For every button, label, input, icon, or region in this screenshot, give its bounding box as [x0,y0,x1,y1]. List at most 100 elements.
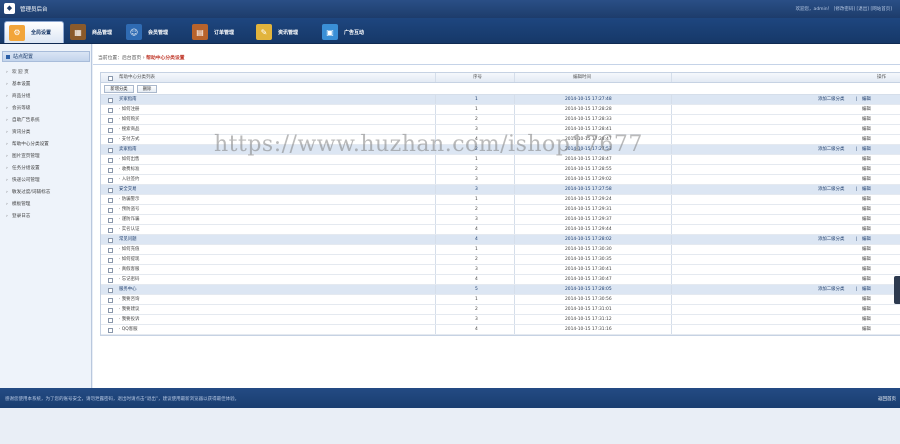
edit-link[interactable]: 编辑 [862,265,871,275]
select-all-checkbox[interactable] [108,76,113,81]
nav-item-6[interactable]: ▣ 广告互动 [322,21,364,43]
edit-link[interactable]: 编辑 [862,295,871,305]
column-divider [671,135,672,144]
row-name: 安全交易 [119,187,137,192]
column-divider [514,235,515,244]
sidebar-item[interactable]: 资讯分类 [6,128,31,138]
row-checkbox[interactable] [108,318,113,323]
edit-link[interactable]: 编辑 [862,185,871,195]
sidebar-item[interactable]: 基本设置 [6,80,31,90]
row-checkbox[interactable] [108,278,113,283]
edit-link[interactable]: 编辑 [862,145,871,155]
add-child-link[interactable]: 添加二级分类 [818,235,844,245]
main-nav: ⚙ 全局设置 ▦ 商品管理 ☺ 会员管理 ▤ 订单管理 ✎ 资讯管理 ▣ 广告互动 [0,18,900,44]
watermark-text: https://www.huzhan.com/ishop17677 [214,132,643,157]
side-tab-handle[interactable] [894,276,900,304]
column-divider [671,305,672,314]
row-checkbox[interactable] [108,188,113,193]
sidebar-item[interactable]: 帮助中心分类设置 [6,140,49,150]
sidebar-header[interactable]: 站点配置 [2,51,90,62]
sidebar-item[interactable]: 会员等级 [6,104,31,114]
nav-item-2[interactable]: ▦ 商品管理 [70,21,112,43]
row-checkbox[interactable] [108,118,113,123]
header-order: 序号 [473,75,482,80]
row-checkbox[interactable] [108,218,113,223]
header-time: 编辑时间 [573,75,591,80]
edit-link[interactable]: 编辑 [862,255,871,265]
edit-link[interactable]: 编辑 [862,225,871,235]
row-checkbox[interactable] [108,248,113,253]
column-divider [671,225,672,234]
nav-item-1[interactable]: ⚙ 全局设置 [4,21,64,43]
row-time: 2014-10-15 17:29:24 [565,197,612,202]
row-checkbox[interactable] [108,138,113,143]
sidebar-item[interactable]: 任务分组设置 [6,164,39,174]
edit-link[interactable]: 编辑 [862,165,871,175]
edit-link[interactable]: 编辑 [862,215,871,225]
sidebar-item[interactable]: 商品分组 [6,92,31,102]
footer: 感谢您使用本系统，为了您的账号安全，请勿泄露密码，退出时请点击“退出”，建议使用… [0,388,900,408]
edit-link[interactable]: 编辑 [862,195,871,205]
column-divider [514,305,515,314]
add-child-link[interactable]: 添加二级分类 [818,285,844,295]
column-divider [435,265,436,274]
add-category-button[interactable]: 新增分类 [104,85,134,93]
edit-link[interactable]: 编辑 [862,245,871,255]
row-checkbox[interactable] [108,308,113,313]
row-checkbox[interactable] [108,98,113,103]
delete-button[interactable]: 删除 [137,85,157,93]
row-checkbox[interactable] [108,108,113,113]
nav-item-3[interactable]: ☺ 会员管理 [126,21,168,43]
column-divider [671,325,672,334]
row-checkbox[interactable] [108,288,113,293]
sidebar-item[interactable]: 图片宣页管理 [6,152,39,162]
sidebar-item[interactable]: 自助广告系统 [6,116,39,126]
row-checkbox[interactable] [108,328,113,333]
sidebar-item[interactable]: 敏发过度/词辅标志 [6,188,50,198]
row-checkbox[interactable] [108,178,113,183]
edit-link[interactable]: 编辑 [862,315,871,325]
add-child-link[interactable]: 添加二级分类 [818,95,844,105]
edit-link[interactable]: 编辑 [862,95,871,105]
user-info[interactable]: 欢迎您，admin！ [修改密码] [退出] [网站首页] [796,6,892,12]
edit-link[interactable]: 编辑 [862,275,871,285]
row-checkbox[interactable] [108,198,113,203]
row-checkbox[interactable] [108,208,113,213]
sidebar-item[interactable]: 欢 迎 页 [6,68,29,78]
breadcrumb-prefix[interactable]: 当前位置：后台首页 › [98,56,146,61]
edit-link[interactable]: 编辑 [862,205,871,215]
edit-link[interactable]: 编辑 [862,325,871,335]
app-title: 管理员后台 [20,7,48,13]
sidebar-item[interactable]: 登录日志 [6,212,31,222]
edit-link[interactable]: 编辑 [862,235,871,245]
row-time: 2014-10-15 17:29:31 [565,207,612,212]
edit-link[interactable]: 编辑 [862,115,871,125]
sidebar-item[interactable]: 快递公司管理 [6,176,39,186]
nav-item-label: 全局设置 [31,30,52,36]
row-checkbox[interactable] [108,258,113,263]
row-checkbox[interactable] [108,238,113,243]
row-checkbox[interactable] [108,128,113,133]
row-checkbox[interactable] [108,268,113,273]
edit-link[interactable]: 编辑 [862,155,871,165]
edit-link[interactable]: 编辑 [862,305,871,315]
add-child-link[interactable]: 添加二级分类 [818,185,844,195]
row-checkbox[interactable] [108,228,113,233]
edit-link[interactable]: 编辑 [862,135,871,145]
globe-icon: ⚙ [9,24,25,41]
edit-link[interactable]: 编辑 [862,105,871,115]
sidebar-item[interactable]: 模板管理 [6,200,31,210]
column-divider [671,265,672,274]
row-time: 2014-10-15 17:31:01 [565,307,612,312]
back-home-link[interactable]: 返回首页 [878,396,896,402]
row-checkbox[interactable] [108,158,113,163]
nav-item-5[interactable]: ✎ 资讯管理 [256,21,298,43]
row-checkbox[interactable] [108,148,113,153]
edit-link[interactable]: 编辑 [862,285,871,295]
edit-link[interactable]: 编辑 [862,125,871,135]
row-checkbox[interactable] [108,168,113,173]
row-checkbox[interactable] [108,298,113,303]
edit-link[interactable]: 编辑 [862,175,871,185]
nav-item-4[interactable]: ▤ 订单管理 [192,21,234,43]
add-child-link[interactable]: 添加二级分类 [818,145,844,155]
